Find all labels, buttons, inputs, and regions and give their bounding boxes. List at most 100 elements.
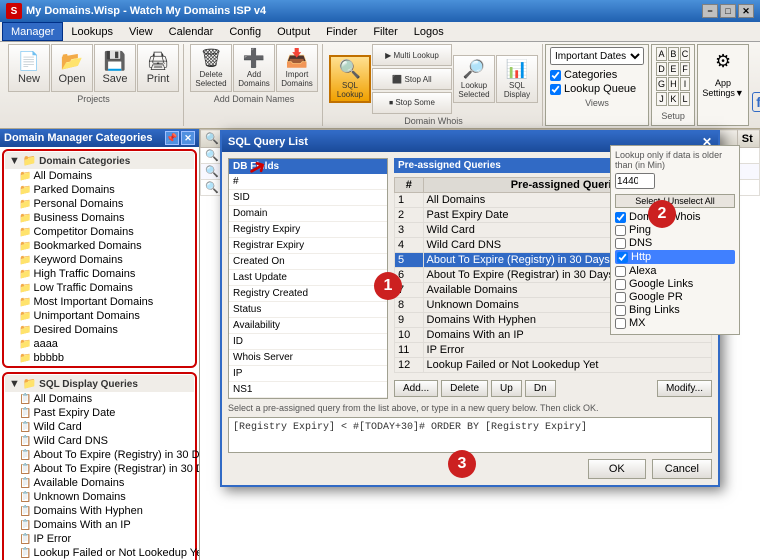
select-unselect-button[interactable]: Select / Unselect All [615, 194, 735, 208]
domain-whois-checkbox[interactable] [615, 212, 626, 223]
maximize-button[interactable]: □ [720, 4, 736, 18]
sidebar-item-bbbbb[interactable]: 📁 bbbbb [5, 351, 194, 365]
db-field-item[interactable]: SID [229, 190, 387, 206]
dns-checkbox[interactable] [615, 238, 626, 249]
preassigned-row[interactable]: 11IP Error [395, 343, 712, 358]
sidebar-item-low-traffic[interactable]: 📁 Low Traffic Domains [5, 281, 194, 295]
menu-view[interactable]: View [121, 22, 161, 41]
sql-lookup-button[interactable]: 🔍 SQL Lookup [329, 55, 371, 103]
sql-input[interactable]: [Registry Expiry] < #[TODAY+30]# ORDER B… [228, 417, 712, 453]
title-bar-controls[interactable]: − □ ✕ [702, 4, 754, 18]
sql-item-hyphen[interactable]: 📋 Domains With Hyphen [5, 504, 194, 518]
stop-some-button[interactable]: ⏹ Stop Some [372, 92, 452, 114]
import-domains-button[interactable]: 📥 Import Domains [276, 44, 318, 92]
sidebar-close-button[interactable]: ✕ [181, 131, 195, 145]
bing-links-checkbox[interactable] [615, 305, 626, 316]
menu-logos[interactable]: Logos [406, 22, 452, 41]
db-field-item[interactable]: Status [229, 302, 387, 318]
sql-item-available[interactable]: 📋 Available Domains [5, 476, 194, 490]
db-field-item[interactable]: Created On [229, 254, 387, 270]
sql-item-unknown[interactable]: 📋 Unknown Domains [5, 490, 194, 504]
dn-query-button[interactable]: Dn [525, 380, 556, 397]
multi-lookup-button[interactable]: ▶ Multi Lookup [372, 44, 452, 66]
db-field-item[interactable]: Registry Expiry [229, 222, 387, 238]
http-checkbox[interactable] [617, 252, 628, 263]
sidebar-pin-button[interactable]: 📌 [165, 131, 179, 145]
menu-manager[interactable]: Manager [2, 22, 63, 41]
add-domains-button[interactable]: ➕ Add Domains [233, 44, 275, 92]
categories-checkbox[interactable] [550, 70, 561, 81]
sql-item-wildcard[interactable]: 📋 Wild Card [5, 420, 194, 434]
db-field-item[interactable]: NS1 [229, 382, 387, 398]
sidebar-item-desired[interactable]: 📁 Desired Domains [5, 323, 194, 337]
sidebar-item-high-traffic[interactable]: 📁 High Traffic Domains [5, 267, 194, 281]
sql-item-all[interactable]: 📋 All Domains [5, 392, 194, 406]
sidebar-item-aaaa[interactable]: 📁 aaaa [5, 337, 194, 351]
delete-query-button[interactable]: Delete [441, 380, 488, 397]
ping-checkbox[interactable] [615, 225, 626, 236]
mx-checkbox[interactable] [615, 318, 626, 329]
sql-item-expire-registry[interactable]: 📋 About To Expire (Registry) in 30 Days [5, 448, 194, 462]
sidebar-item-personal[interactable]: 📁 Personal Domains [5, 197, 194, 211]
minimize-button[interactable]: − [702, 4, 718, 18]
sql-item-with-ip[interactable]: 📋 Domains With an IP [5, 518, 194, 532]
stop-all-button[interactable]: ⬛ Stop All [372, 68, 452, 90]
ping-label: Ping [629, 224, 651, 236]
sidebar-item-keyword[interactable]: 📁 Keyword Domains [5, 253, 194, 267]
modify-query-button[interactable]: Modify... [657, 380, 712, 397]
ok-button[interactable]: OK [588, 459, 646, 479]
alexa-checkbox[interactable] [615, 266, 626, 277]
menu-filter[interactable]: Filter [365, 22, 405, 41]
sidebar-item-most-important[interactable]: 📁 Most Important Domains [5, 295, 194, 309]
menu-output[interactable]: Output [269, 22, 318, 41]
menu-bar: Manager Lookups View Calendar Config Out… [0, 22, 760, 42]
google-links-checkbox[interactable] [615, 279, 626, 290]
db-field-item[interactable]: IP [229, 366, 387, 382]
menu-calendar[interactable]: Calendar [161, 22, 222, 41]
title-bar: S My Domains.Wisp - Watch My Domains ISP… [0, 0, 760, 22]
new-button[interactable]: 📄 New [8, 44, 50, 92]
preassigned-row[interactable]: 12Lookup Failed or Not Lookedup Yet [395, 358, 712, 373]
sql-section-header: ▼ 📁 SQL Display Queries [5, 375, 194, 392]
sidebar-item-all-domains[interactable]: 📁 All Domains [5, 169, 194, 183]
col-status[interactable]: St [737, 130, 759, 148]
sql-item-expire-registrar[interactable]: 📋 About To Expire (Registrar) in 30 Days [5, 462, 194, 476]
add-query-button[interactable]: Add... [394, 380, 438, 397]
db-field-item[interactable]: Whois Server [229, 350, 387, 366]
sidebar-item-parked[interactable]: 📁 Parked Domains [5, 183, 194, 197]
http-label: Http [631, 251, 651, 263]
delete-label: Delete Selected [193, 70, 229, 88]
sidebar-item-business[interactable]: 📁 Business Domains [5, 211, 194, 225]
db-field-item[interactable]: Availability [229, 318, 387, 334]
print-button[interactable]: 🖨 Print [137, 44, 179, 92]
open-button[interactable]: 📂 Open [51, 44, 93, 92]
up-query-button[interactable]: Up [491, 380, 522, 397]
facebook-icon: f [752, 92, 760, 112]
save-button[interactable]: 💾 Save [94, 44, 136, 92]
delete-selected-button[interactable]: 🗑 Delete Selected [190, 44, 232, 92]
menu-lookups[interactable]: Lookups [63, 22, 121, 41]
db-field-item[interactable]: Last Update [229, 270, 387, 286]
lookup-minutes-input[interactable] [615, 173, 655, 189]
db-field-item[interactable]: ID [229, 334, 387, 350]
sql-display-button[interactable]: 📊 SQL Display [496, 55, 538, 103]
important-dates-select[interactable]: Important Dates [550, 47, 644, 65]
sidebar-item-unimportant[interactable]: 📁 Unimportant Domains [5, 309, 194, 323]
menu-finder[interactable]: Finder [318, 22, 365, 41]
close-button[interactable]: ✕ [738, 4, 754, 18]
lookup-selected-button[interactable]: 🔎 Lookup Selected [453, 55, 495, 103]
sql-item-lookup-failed[interactable]: 📋 Lookup Failed or Not Lookedup Yet [5, 546, 194, 560]
sql-item-wildcard-dns[interactable]: 📋 Wild Card DNS [5, 434, 194, 448]
sql-item-ip-error[interactable]: 📋 IP Error [5, 532, 194, 546]
db-field-item[interactable]: Domain [229, 206, 387, 222]
lookup-queue-checkbox[interactable] [550, 84, 561, 95]
google-pr-checkbox[interactable] [615, 292, 626, 303]
sql-item-past-expiry[interactable]: 📋 Past Expiry Date [5, 406, 194, 420]
cancel-button[interactable]: Cancel [652, 459, 712, 479]
menu-config[interactable]: Config [221, 22, 269, 41]
db-field-item[interactable]: Registrar Expiry [229, 238, 387, 254]
sidebar-item-bookmarked[interactable]: 📁 Bookmarked Domains [5, 239, 194, 253]
sidebar-item-competitor[interactable]: 📁 Competitor Domains [5, 225, 194, 239]
db-field-item[interactable]: Registry Created [229, 286, 387, 302]
categories-section-header: ▼ 📁 Domain Categories [5, 152, 194, 169]
